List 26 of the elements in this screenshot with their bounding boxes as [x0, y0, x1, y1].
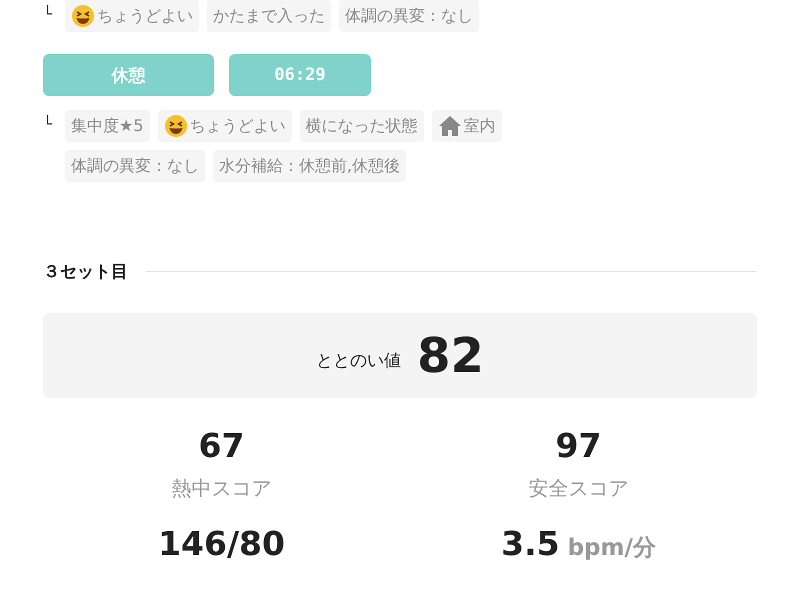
tree-mark: └ [43, 114, 54, 135]
phase-time: 06:29 [229, 54, 371, 96]
laughing-face-icon [71, 4, 95, 28]
phase-label: 休憩 [43, 54, 214, 96]
stat-value: 67 [198, 426, 244, 465]
laughing-face-icon [164, 114, 188, 138]
stat-value: 146/80 [158, 524, 285, 563]
tag-label: 室内 [464, 116, 496, 136]
tag: 水分補給：休憩前,休憩後 [213, 150, 406, 182]
tag-label: ちょうどよい [190, 116, 286, 136]
tag: 横になった状態 [300, 110, 424, 142]
tag: 集中度★5 [65, 110, 150, 142]
tag: 体調の異変：なし [339, 0, 479, 32]
section-title: ３セット目 [43, 261, 128, 283]
tag: 体調の異変：なし [65, 150, 205, 182]
tag-label: ちょうどよい [97, 6, 193, 26]
totonoi-value: 82 [417, 328, 484, 384]
stat-unit: bpm/分 [568, 534, 656, 563]
stat-label: 安全スコア [528, 475, 628, 502]
tree-mark: └ [43, 4, 54, 25]
stat-value: 3.5 [501, 524, 560, 563]
totonoi-label: ととのい値 [316, 350, 402, 372]
stat-value: 97 [556, 426, 602, 465]
stat-label: 熱中スコア [172, 475, 272, 502]
tag: かたまで入った [207, 0, 331, 32]
home-icon [438, 115, 462, 137]
